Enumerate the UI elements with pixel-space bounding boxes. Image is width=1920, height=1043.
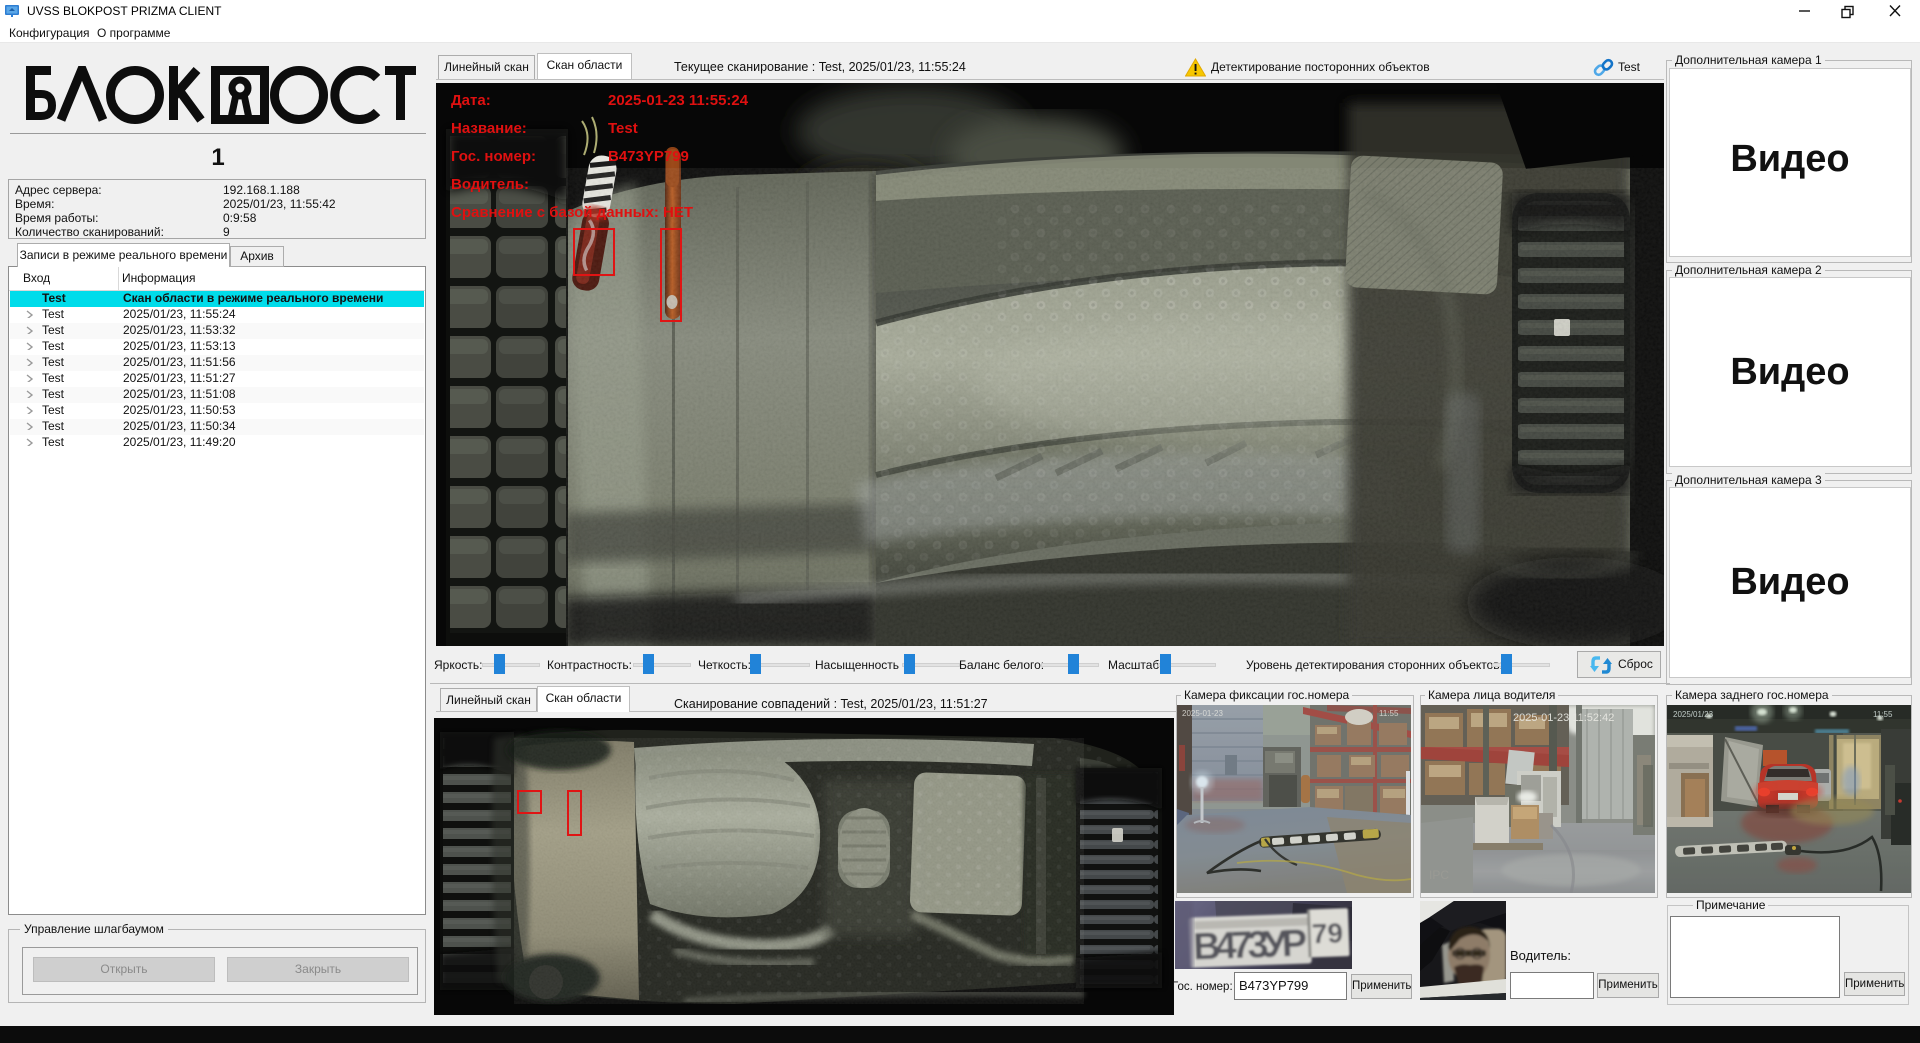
svg-text:Test: Test: [608, 120, 638, 137]
svg-text:Сравнение с базой данных: НЕТ: Сравнение с базой данных: НЕТ: [451, 204, 693, 221]
svg-text:11:55: 11:55: [1873, 710, 1893, 719]
svg-text:2025/01/23: 2025/01/23: [1673, 710, 1714, 719]
svg-text:2025-01-23: 2025-01-23: [1182, 709, 1223, 718]
svg-text:Водитель:: Водитель:: [451, 176, 529, 193]
svg-text:Дата:: Дата:: [451, 92, 491, 109]
svg-text:В473УР: В473УР: [1192, 923, 1307, 969]
svg-text:B473YP799: B473YP799: [608, 148, 689, 165]
svg-text:11:55: 11:55: [1379, 709, 1399, 718]
svg-text:Название:: Название:: [451, 120, 527, 137]
svg-text:IPC: IPC: [1429, 868, 1449, 882]
svg-text:Гос. номер:: Гос. номер:: [451, 148, 536, 165]
svg-text:2025-01-23 11:55:24: 2025-01-23 11:55:24: [608, 92, 749, 109]
svg-text:79: 79: [1311, 917, 1343, 949]
